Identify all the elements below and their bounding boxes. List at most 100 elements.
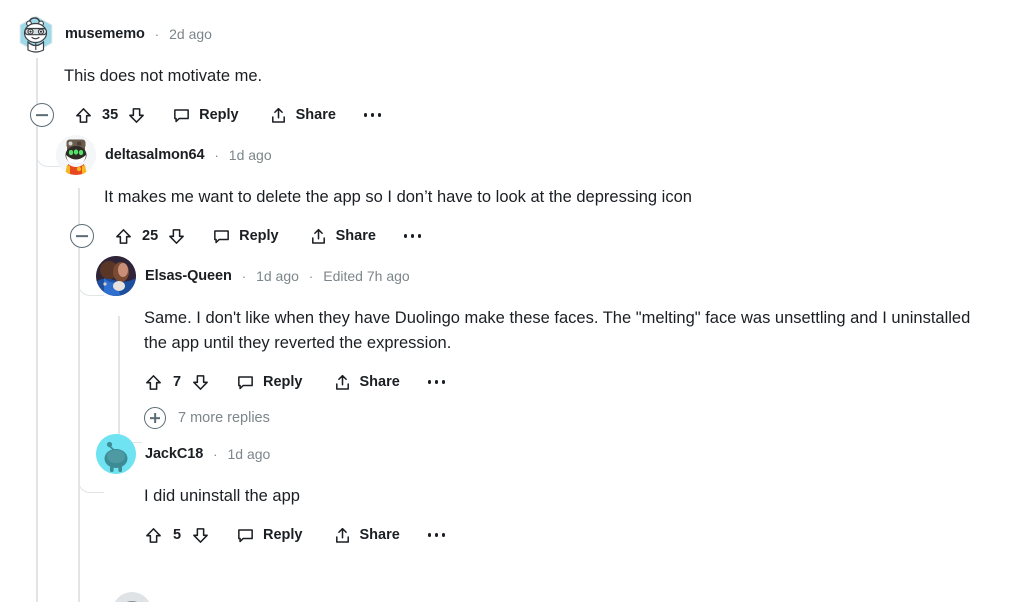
comment-header: JackC18 · 1d ago [96,434,1024,474]
overflow-menu-button[interactable] [403,234,422,238]
overflow-menu-button[interactable] [427,380,445,384]
vote-score-elsas-queen: 7 [172,374,182,390]
downvote-arrow-icon[interactable] [127,106,146,125]
share-arrow-icon [333,373,352,392]
comment-header: Elsas-Queen · 1d ago · Edited 7h ago [96,256,1024,296]
ellipsis-dot [417,234,422,238]
avatar-musememo[interactable] [16,14,56,54]
comment-header: deltasalmon64 · 1d ago [56,135,1024,175]
reply-label: Reply [239,228,279,244]
username-deltasalmon64[interactable]: deltasalmon64 [105,147,205,163]
meta-separator: · [241,268,247,284]
share-arrow-icon [269,106,288,125]
ellipsis-dot [434,533,439,537]
vote-score-deltasalmon64: 25 [142,228,159,244]
ellipsis-dot [363,113,368,117]
ellipsis-dot [427,533,432,537]
ellipsis-dot [441,380,445,384]
share-button[interactable]: Share [309,227,376,246]
share-button[interactable]: Share [269,106,336,125]
upvote-arrow-icon[interactable] [144,373,163,392]
meta-separator: · [213,446,218,462]
reply-label: Reply [263,374,303,390]
meta-separator: · [154,26,160,42]
comment-body-deltasalmon64: It makes me want to delete the app so I … [104,188,692,206]
ellipsis-dot [434,380,439,384]
overflow-menu-button[interactable] [427,533,445,537]
upvote-arrow-icon[interactable] [74,106,93,125]
speech-bubble-icon [212,227,231,246]
collapse-icon[interactable] [30,103,54,127]
timestamp-elsas-queen: 1d ago [256,268,299,284]
reply-button[interactable]: Reply [172,106,239,125]
avatar-deltasalmon64[interactable] [56,135,96,175]
reply-button[interactable]: Reply [236,526,303,545]
timestamp-jackc18: 1d ago [227,446,271,462]
comment-header: musememo · 2d ago [16,14,1024,54]
ellipsis-dot [410,234,415,238]
meta-separator: · [308,268,314,284]
comment-body-musememo: This does not motivate me. [64,67,263,85]
downvote-arrow-icon[interactable] [191,373,210,392]
ellipsis-dot [370,113,375,117]
username-musememo[interactable]: musememo [65,26,145,42]
ellipsis-dot [403,234,408,238]
meta-separator: · [214,147,219,163]
timestamp-deltasalmon64: 1d ago [228,147,272,163]
avatar-next-comment-partial[interactable] [112,592,152,602]
thread-elbow-c4 [78,471,104,493]
share-label: Share [335,228,376,244]
reply-button[interactable]: Reply [236,373,303,392]
timestamp-musememo: 2d ago [169,26,212,42]
reply-button[interactable]: Reply [212,227,279,246]
username-elsas-queen[interactable]: Elsas-Queen [145,268,232,284]
speech-bubble-icon [236,526,255,545]
action-bar-jackc18: 5 Reply Share [144,515,1024,555]
vote-group: 7 [144,373,210,392]
avatar-jackc18[interactable] [96,434,136,474]
threadline-depth-1 [78,188,80,602]
share-arrow-icon [309,227,328,246]
ellipsis-dot [377,113,382,117]
speech-bubble-icon [236,373,255,392]
overflow-menu-button[interactable] [363,113,382,117]
vote-score-musememo: 35 [102,107,119,123]
vote-group: 25 [114,227,186,246]
share-label: Share [359,527,400,543]
share-button[interactable]: Share [333,526,400,545]
more-replies-button[interactable]: 7 more replies [144,402,1024,434]
comment-jackc18: JackC18 · 1d ago I did uninstall the app… [0,434,1024,555]
reply-label: Reply [263,527,303,543]
comment-thread: musememo · 2d ago This does not motivate… [0,0,1024,602]
action-bar-musememo: 35 Reply Share [30,95,1024,135]
more-replies-label: 7 more replies [178,410,270,426]
action-bar-deltasalmon64: 25 Reply Share [70,216,1024,256]
ellipsis-dot [427,380,432,384]
vote-group: 5 [144,526,210,545]
downvote-arrow-icon[interactable] [191,526,210,545]
action-bar-elsas-queen: 7 Reply Share [144,362,1024,402]
comment-elsas-queen: Elsas-Queen · 1d ago · Edited 7h ago Sam… [0,256,1024,434]
comment-body-elsas-queen: Same. I don't like when they have Duolin… [144,309,971,352]
share-label: Share [295,107,336,123]
comment-body-jackc18: I did uninstall the app [144,487,300,505]
upvote-arrow-icon[interactable] [144,526,163,545]
avatar-elsas-queen[interactable] [96,256,136,296]
ellipsis-dot [441,533,445,537]
threadline-depth-0 [36,58,38,602]
comment-deltasalmon64: deltasalmon64 · 1d ago It makes me want … [0,135,1024,256]
share-button[interactable]: Share [333,373,400,392]
share-arrow-icon [333,526,352,545]
threadline-depth-2 [118,316,120,436]
downvote-arrow-icon[interactable] [167,227,186,246]
edited-label-elsas-queen: Edited 7h ago [323,268,410,284]
reply-label: Reply [199,107,239,123]
share-label: Share [359,374,400,390]
vote-score-jackc18: 5 [172,527,182,543]
comment-musememo: musememo · 2d ago This does not motivate… [0,14,1024,135]
username-jackc18[interactable]: JackC18 [145,446,203,462]
upvote-arrow-icon[interactable] [114,227,133,246]
speech-bubble-icon [172,106,191,125]
plus-icon[interactable] [144,407,166,429]
collapse-icon[interactable] [70,224,94,248]
